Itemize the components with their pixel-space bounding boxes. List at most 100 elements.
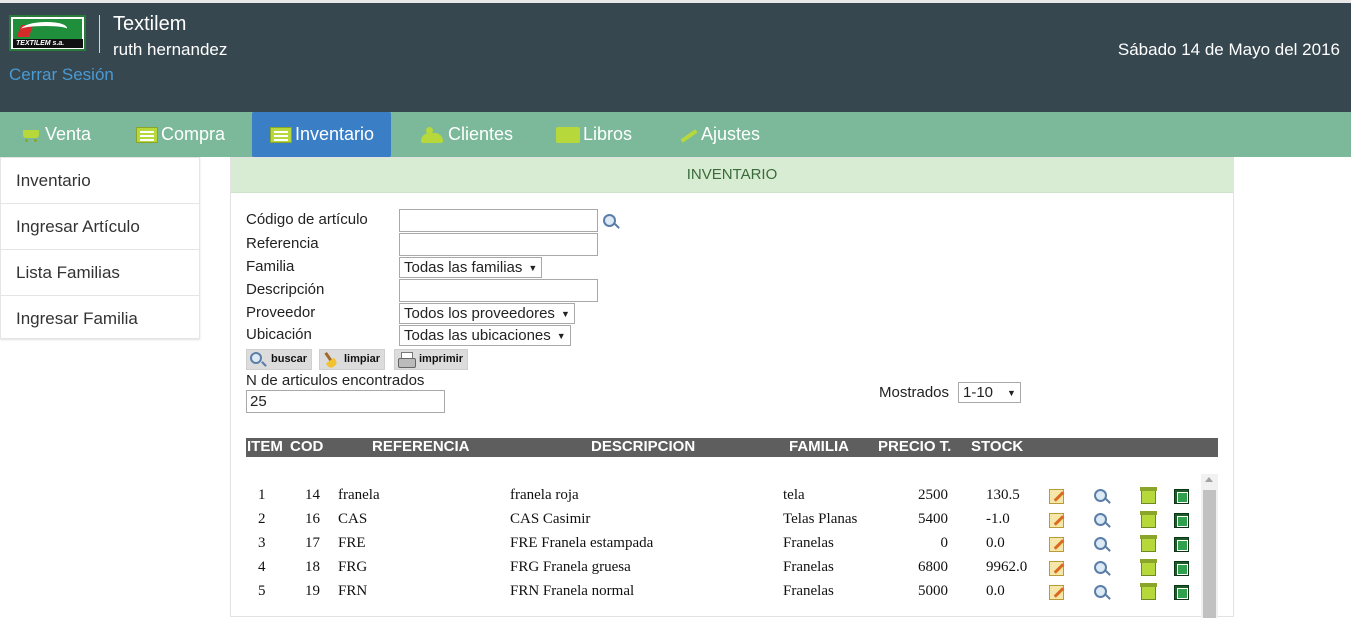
descripcion-label: Descripción xyxy=(246,281,325,298)
header-precio: PRECIO T. xyxy=(878,438,952,455)
cell-stock: -1.0 xyxy=(986,511,1010,527)
panel-title: INVENTARIO xyxy=(231,158,1233,193)
header-cod: COD xyxy=(290,438,324,455)
folder-icon xyxy=(556,127,580,144)
main-nav: Venta Compra Inventario Clientes Libros … xyxy=(0,112,1351,157)
codigo-label: Código de artículo xyxy=(246,211,368,228)
cell-ref: FRE xyxy=(338,535,366,551)
cell-precio: 5400 xyxy=(918,511,948,527)
ubicacion-selected: Todas las ubicaciones xyxy=(404,327,551,344)
found-label: N de articulos encontrados xyxy=(246,372,425,389)
table-row: 5 19 FRN FRN Franela normal Franelas 500… xyxy=(246,579,1206,603)
book-icon[interactable] xyxy=(1174,489,1189,504)
view-icon[interactable] xyxy=(1094,489,1107,502)
proveedor-select[interactable]: Todos los proveedores ▼ xyxy=(399,303,575,324)
cell-familia: Franelas xyxy=(783,583,834,599)
table-row: 4 18 FRG FRG Franela gruesa Franelas 680… xyxy=(246,555,1206,579)
header-stock: STOCK xyxy=(971,438,1024,455)
cell-cod: 16 xyxy=(305,511,320,527)
book-icon[interactable] xyxy=(1174,561,1189,576)
nav-item-ajustes[interactable]: Ajustes xyxy=(678,112,760,157)
cell-precio: 6800 xyxy=(918,559,948,575)
familia-select[interactable]: Todas las familias ▼ xyxy=(399,257,543,278)
cell-desc: FRG Franela gruesa xyxy=(510,559,631,575)
shown-select[interactable]: 1-10 ▼ xyxy=(958,382,1021,403)
view-icon[interactable] xyxy=(1094,513,1107,526)
list-icon xyxy=(270,127,292,144)
cell-precio: 0 xyxy=(940,535,949,551)
cart-icon xyxy=(20,128,42,143)
cell-ref: CAS xyxy=(338,511,368,527)
shown-label: Mostrados xyxy=(879,384,950,401)
cell-desc: FRN Franela normal xyxy=(510,583,635,599)
cell-cod: 17 xyxy=(305,535,320,551)
cell-item: 2 xyxy=(258,511,266,527)
cell-ref: FRG xyxy=(338,559,368,575)
codigo-input[interactable] xyxy=(399,209,598,232)
nav-item-inventario[interactable]: Inventario xyxy=(252,112,391,157)
nav-item-libros[interactable]: Libros xyxy=(556,112,632,157)
cell-precio: 2500 xyxy=(918,487,948,503)
descripcion-input[interactable] xyxy=(399,279,598,302)
current-date: Sábado 14 de Mayo del 2016 xyxy=(1117,40,1340,59)
book-icon[interactable] xyxy=(1174,537,1189,552)
book-icon[interactable] xyxy=(1174,513,1189,528)
edit-icon[interactable] xyxy=(1049,513,1064,528)
shown-selected: 1-10 xyxy=(963,384,994,401)
referencia-input[interactable] xyxy=(399,233,598,256)
cell-stock: 9962.0 xyxy=(986,559,1028,575)
cell-desc: FRE Franela estampada xyxy=(510,535,654,551)
nav-item-venta[interactable]: Venta xyxy=(20,112,91,157)
cell-cod: 14 xyxy=(305,487,320,503)
chevron-down-icon: ▼ xyxy=(528,262,538,273)
edit-icon[interactable] xyxy=(1049,489,1064,504)
sidebar-item-ingresar-articulo[interactable]: Ingresar Artículo xyxy=(1,204,199,250)
header-familia: FAMILIA xyxy=(789,438,849,455)
view-icon[interactable] xyxy=(1094,537,1107,550)
table-header: ITEM COD REFERENCIA DESCRIPCION FAMILIA … xyxy=(246,438,1218,457)
scroll-up-arrow-icon[interactable] xyxy=(1205,477,1213,482)
box-icon[interactable] xyxy=(1140,583,1157,600)
nav-label: Compra xyxy=(161,124,226,144)
box-icon[interactable] xyxy=(1140,511,1157,528)
imprimir-button[interactable]: imprimir xyxy=(394,349,469,370)
app-title: Textilem xyxy=(113,13,187,35)
sidebar-item-ingresar-familia[interactable]: Ingresar Familia xyxy=(1,296,199,342)
chevron-down-icon: ▼ xyxy=(556,330,566,341)
table-scrollbar[interactable] xyxy=(1201,474,1218,618)
cell-item: 5 xyxy=(258,583,266,599)
view-icon[interactable] xyxy=(1094,561,1107,574)
wrench-icon xyxy=(678,127,698,143)
buscar-label: buscar xyxy=(271,353,308,365)
cell-familia: Franelas xyxy=(783,559,834,575)
buscar-button[interactable]: buscar xyxy=(246,349,313,370)
sidebar-item-lista-familias[interactable]: Lista Familias xyxy=(1,250,199,296)
edit-icon[interactable] xyxy=(1049,585,1064,600)
search-icon[interactable] xyxy=(603,214,616,227)
ubicacion-select[interactable]: Todas las ubicaciones ▼ xyxy=(399,325,571,346)
box-icon[interactable] xyxy=(1140,559,1157,576)
nav-label: Libros xyxy=(583,124,633,144)
sidebar-item-inventario[interactable]: Inventario xyxy=(1,158,199,204)
logout-link[interactable]: Cerrar Sesión xyxy=(9,65,114,85)
edit-icon[interactable] xyxy=(1049,537,1064,552)
textilem-logo: TEXTILEM s.a. xyxy=(9,15,86,51)
nav-item-compra[interactable]: Compra xyxy=(136,112,225,157)
view-icon[interactable] xyxy=(1094,585,1107,598)
box-icon[interactable] xyxy=(1140,487,1157,504)
sidebar: Inventario Ingresar Artículo Lista Famil… xyxy=(0,157,200,339)
nav-item-clientes[interactable]: Clientes xyxy=(419,112,513,157)
table-row: 3 17 FRE FRE Franela estampada Franelas … xyxy=(246,531,1206,555)
cell-ref: FRN xyxy=(338,583,368,599)
header-referencia: REFERENCIA xyxy=(372,438,470,455)
header-descripcion: DESCRIPCION xyxy=(591,438,696,455)
table-row: 1 14 franela franela roja tela 2500 130.… xyxy=(246,483,1206,507)
book-icon[interactable] xyxy=(1174,585,1189,600)
scrollbar-thumb[interactable] xyxy=(1203,490,1216,618)
nav-label: Clientes xyxy=(448,124,514,144)
edit-icon[interactable] xyxy=(1049,561,1064,576)
limpiar-button[interactable]: limpiar xyxy=(319,349,386,370)
header-item: ITEM xyxy=(247,438,283,455)
people-icon xyxy=(419,127,445,144)
box-icon[interactable] xyxy=(1140,535,1157,552)
